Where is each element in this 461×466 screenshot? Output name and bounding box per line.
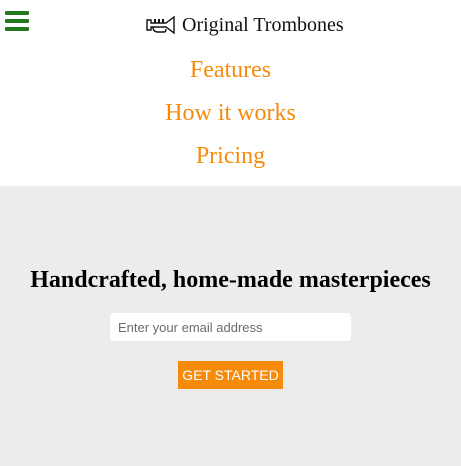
nav-link-how-it-works[interactable]: How it works	[165, 100, 296, 126]
hamburger-menu-icon[interactable]	[5, 11, 29, 33]
brand-name: Original Trombones	[182, 14, 344, 36]
trumpet-logo-icon	[146, 15, 176, 35]
hero-title: Handcrafted, home-made masterpieces	[30, 267, 431, 293]
nav-link-pricing[interactable]: Pricing	[196, 143, 265, 169]
hero-section: Handcrafted, home-made masterpieces GET …	[0, 186, 461, 466]
nav-item-pricing: Pricing	[0, 138, 461, 181]
site-logo[interactable]: Original Trombones	[146, 12, 344, 38]
nav-item-features: Features	[0, 52, 461, 95]
nav-link-features[interactable]: Features	[190, 57, 271, 83]
hamburger-bar	[5, 19, 29, 23]
hamburger-bar	[5, 11, 29, 15]
site-header: Original Trombones Features How it works…	[0, 0, 461, 186]
email-input[interactable]	[110, 313, 351, 341]
hamburger-bar	[5, 27, 29, 31]
nav-item-how-it-works: How it works	[0, 95, 461, 138]
main-nav: Features How it works Pricing	[0, 52, 461, 181]
get-started-button[interactable]: GET STARTED	[178, 361, 283, 389]
